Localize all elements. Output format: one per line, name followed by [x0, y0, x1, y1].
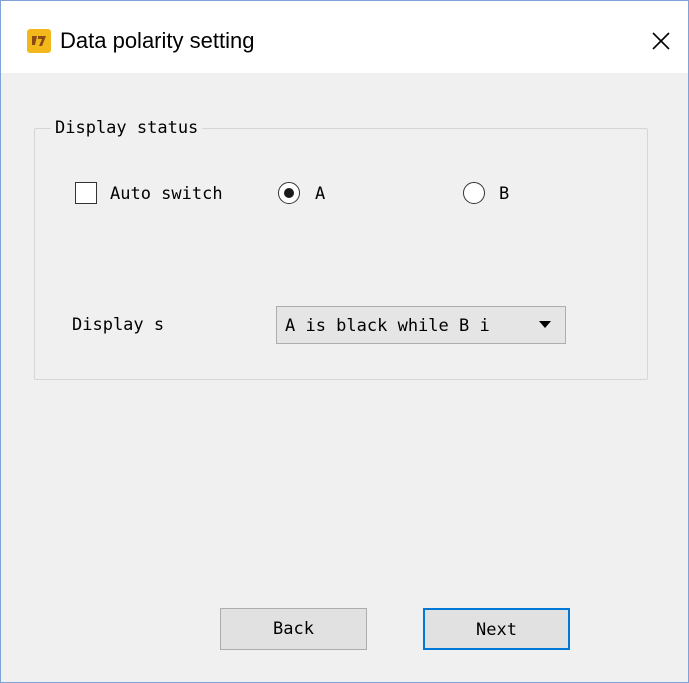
radio-b[interactable] [463, 182, 485, 204]
display-select-label: Display s [72, 315, 165, 335]
display-select[interactable]: A is black while B i [276, 306, 566, 344]
auto-switch-checkbox[interactable] [75, 182, 97, 204]
auto-switch-label[interactable]: Auto switch [110, 183, 223, 205]
radio-a[interactable] [278, 182, 300, 204]
back-button[interactable]: Back [220, 608, 367, 650]
window-title: Data polarity setting [60, 28, 255, 53]
back-button-label: Back [273, 619, 314, 639]
dialog-window: Data polarity setting Display status Aut… [0, 0, 689, 683]
radio-a-label[interactable]: A [315, 183, 325, 205]
radio-b-label[interactable]: B [499, 183, 509, 205]
title-bar: Data polarity setting [1, 1, 688, 73]
app-logo-icon [27, 29, 51, 53]
next-button-label: Next [476, 620, 517, 640]
next-button[interactable]: Next [423, 608, 570, 650]
group-title: Display status [51, 118, 203, 138]
radio-selected-dot [284, 188, 294, 198]
display-select-value: A is black while B i [285, 316, 490, 336]
chevron-down-icon [539, 321, 551, 328]
close-icon[interactable] [641, 21, 681, 61]
